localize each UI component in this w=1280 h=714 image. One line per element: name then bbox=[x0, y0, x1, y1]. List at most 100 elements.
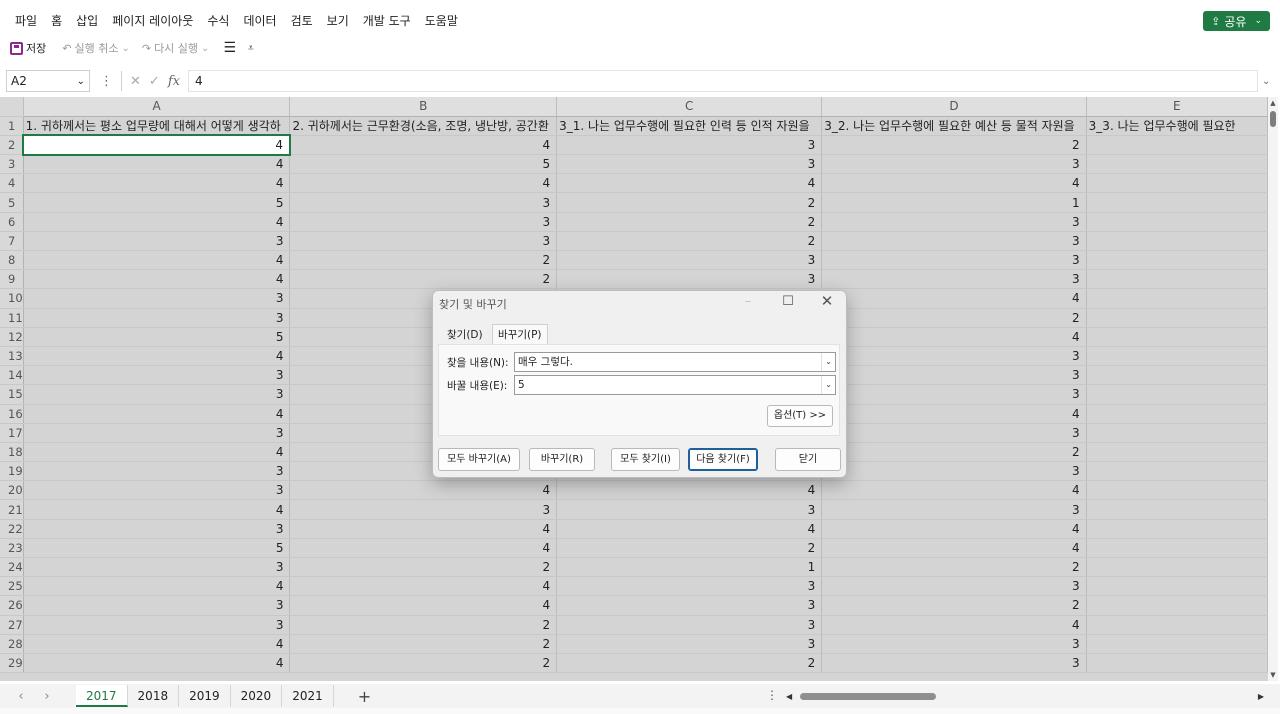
chevron-down-icon[interactable]: ⌄ bbox=[821, 353, 835, 371]
cell[interactable]: 3_2. 나는 업무수행에 필요한 예산 등 물적 자원을 bbox=[821, 116, 1087, 136]
cell[interactable]: 4 bbox=[821, 480, 1087, 501]
cell[interactable]: 1 bbox=[556, 557, 823, 578]
row-header[interactable]: 17 bbox=[0, 423, 24, 443]
menu-file[interactable]: 파일 bbox=[8, 9, 44, 33]
cell[interactable]: 1 bbox=[821, 192, 1087, 213]
row-header[interactable]: 1 bbox=[0, 116, 24, 136]
scroll-right-icon[interactable]: ▶ bbox=[1258, 692, 1264, 701]
cell[interactable]: 3 bbox=[23, 308, 291, 328]
column-header-b[interactable]: B bbox=[289, 97, 558, 117]
cell[interactable]: 4 bbox=[289, 576, 558, 597]
cell[interactable]: 4 bbox=[289, 538, 558, 559]
cell[interactable] bbox=[1086, 269, 1268, 290]
vertical-scrollbar[interactable]: ▲ ▼ bbox=[1268, 97, 1278, 681]
row-header[interactable]: 16 bbox=[0, 404, 24, 424]
cell[interactable]: 3 bbox=[556, 634, 823, 654]
row-header[interactable]: 8 bbox=[0, 250, 24, 271]
cell[interactable]: 5 bbox=[23, 538, 291, 559]
cell[interactable]: 4 bbox=[23, 173, 291, 194]
sheet-tab-2021[interactable]: 2021 bbox=[282, 685, 334, 707]
cell[interactable]: 3 bbox=[821, 653, 1087, 674]
function-icon[interactable]: fx bbox=[168, 74, 180, 89]
cell[interactable]: 3 bbox=[821, 346, 1087, 367]
menu-formulas[interactable]: 수식 bbox=[200, 9, 236, 33]
horizontal-scrollbar[interactable]: ◀ ▶ bbox=[786, 689, 1264, 703]
expand-formula-icon[interactable]: ⌄ bbox=[1262, 76, 1276, 87]
cell[interactable]: 2 bbox=[556, 212, 823, 232]
row-header[interactable]: 19 bbox=[0, 461, 24, 482]
cell[interactable]: 3 bbox=[821, 269, 1087, 290]
row-header[interactable]: 9 bbox=[0, 269, 24, 290]
replace-all-button[interactable]: 모두 바꾸기(A) bbox=[438, 448, 520, 471]
row-header[interactable]: 14 bbox=[0, 365, 24, 386]
cell[interactable]: 4 bbox=[821, 538, 1087, 559]
cell[interactable]: 3 bbox=[556, 576, 823, 597]
undo-button[interactable]: ↶ 실행 취소 ⌄ bbox=[62, 40, 130, 56]
cell[interactable]: 3 bbox=[556, 615, 823, 635]
cell[interactable]: 1. 귀하께서는 평소 업무량에 대해서 어떻게 생각하 bbox=[23, 116, 291, 136]
cell[interactable] bbox=[1086, 173, 1268, 194]
cell[interactable]: 4 bbox=[821, 288, 1087, 309]
cell[interactable] bbox=[1086, 404, 1268, 424]
cell[interactable] bbox=[1086, 250, 1268, 271]
cell[interactable] bbox=[1086, 442, 1268, 463]
cell[interactable] bbox=[1086, 615, 1268, 635]
cell[interactable]: 2. 귀하께서는 근무환경(소음, 조명, 냉난방, 공간환 bbox=[289, 116, 558, 136]
save-button[interactable]: 저장 bbox=[10, 40, 46, 56]
cell[interactable]: 4 bbox=[821, 615, 1087, 635]
row-header[interactable]: 24 bbox=[0, 557, 24, 578]
cell[interactable]: 2 bbox=[289, 557, 558, 578]
cell[interactable]: 3 bbox=[23, 595, 291, 616]
cell[interactable]: 3 bbox=[23, 615, 291, 635]
cell[interactable]: 3 bbox=[821, 250, 1087, 271]
share-button[interactable]: ⇪ 공유 ⌄ bbox=[1203, 11, 1270, 31]
row-header[interactable]: 23 bbox=[0, 538, 24, 559]
cell[interactable]: 4 bbox=[289, 173, 558, 194]
cell[interactable] bbox=[1086, 423, 1268, 443]
cell[interactable]: 4 bbox=[821, 404, 1087, 424]
cell[interactable] bbox=[1086, 595, 1268, 616]
row-header[interactable]: 25 bbox=[0, 576, 24, 597]
align-button[interactable]: ☰ bbox=[223, 40, 236, 56]
cell[interactable]: 2 bbox=[556, 192, 823, 213]
cell[interactable] bbox=[1086, 346, 1268, 367]
cancel-icon[interactable]: ✕ bbox=[130, 74, 141, 89]
menu-home[interactable]: 홈 bbox=[44, 9, 69, 33]
cell[interactable]: 3 bbox=[556, 154, 823, 175]
column-header-e[interactable]: E bbox=[1086, 97, 1268, 117]
replace-button[interactable]: 바꾸기(R) bbox=[529, 448, 595, 471]
row-header[interactable]: 27 bbox=[0, 615, 24, 635]
menu-developer[interactable]: 개발 도구 bbox=[356, 9, 418, 33]
row-header[interactable]: 28 bbox=[0, 634, 24, 654]
find-what-input[interactable]: 매우 그렇다. ⌄ bbox=[514, 352, 836, 372]
cell[interactable]: 4 bbox=[289, 135, 558, 156]
cell[interactable]: 3 bbox=[821, 365, 1087, 386]
cell[interactable]: 2 bbox=[556, 538, 823, 559]
enter-icon[interactable]: ✓ bbox=[149, 74, 160, 89]
cell[interactable]: 3 bbox=[23, 423, 291, 443]
cell[interactable]: 4 bbox=[821, 519, 1087, 539]
row-header[interactable]: 20 bbox=[0, 480, 24, 501]
menu-view[interactable]: 보기 bbox=[320, 9, 356, 33]
menu-page-layout[interactable]: 페이지 레이아웃 bbox=[105, 9, 200, 33]
cell[interactable]: 2 bbox=[821, 135, 1087, 156]
replace-with-input[interactable]: 5 ⌄ bbox=[514, 375, 836, 395]
cell[interactable]: 4 bbox=[23, 154, 291, 175]
cell[interactable] bbox=[1086, 288, 1268, 309]
cell[interactable]: 4 bbox=[23, 653, 291, 674]
cell[interactable]: 4 bbox=[556, 519, 823, 539]
cell[interactable]: 3 bbox=[23, 461, 291, 482]
row-header[interactable]: 10 bbox=[0, 288, 24, 309]
row-header[interactable]: 6 bbox=[0, 212, 24, 232]
cell[interactable]: 3 bbox=[556, 499, 823, 520]
row-header[interactable]: 3 bbox=[0, 154, 24, 175]
cell[interactable]: 3 bbox=[821, 576, 1087, 597]
cell[interactable]: 4 bbox=[23, 576, 291, 597]
sheet-tab-2018[interactable]: 2018 bbox=[128, 685, 180, 707]
cell[interactable]: 4 bbox=[23, 499, 291, 520]
cell[interactable]: 3_1. 나는 업무수행에 필요한 인력 등 인적 자원을 bbox=[556, 116, 823, 136]
cell[interactable]: 2 bbox=[556, 653, 823, 674]
cell[interactable]: 4 bbox=[23, 404, 291, 424]
sheet-tab-2017[interactable]: 2017 bbox=[76, 685, 128, 707]
menu-insert[interactable]: 삽입 bbox=[69, 9, 105, 33]
